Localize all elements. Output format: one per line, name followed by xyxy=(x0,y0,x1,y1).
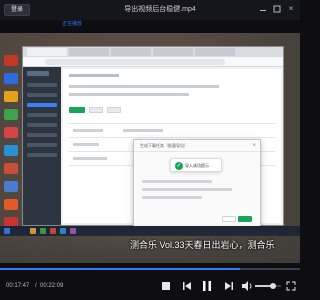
stop-icon[interactable] xyxy=(159,279,173,293)
close-icon[interactable]: × xyxy=(286,4,296,14)
minimize-icon[interactable] xyxy=(258,4,268,14)
desktop-app-icon xyxy=(4,55,18,66)
now-playing-link[interactable]: 正在播放 xyxy=(62,20,82,29)
recorded-browser-window: 生成下载任务（批量导出） × ✓ 导入成功提示 xyxy=(22,46,284,229)
desktop-app-icon xyxy=(4,127,18,138)
current-time: 00:17:47 xyxy=(6,283,30,289)
sub-bar: 正在播放 xyxy=(0,20,300,30)
desktop-app-icon xyxy=(4,181,18,192)
fullscreen-icon[interactable] xyxy=(284,279,298,293)
nav-item xyxy=(27,143,57,147)
recorded-secondary-button xyxy=(89,107,103,113)
check-icon: ✓ xyxy=(175,162,183,170)
recorded-table-cell xyxy=(73,157,107,160)
browser-tabs xyxy=(23,47,283,57)
pause-icon[interactable] xyxy=(200,279,214,293)
nav-item xyxy=(27,93,57,97)
nav-item xyxy=(27,113,57,117)
desktop-app-icon xyxy=(4,91,18,102)
browser-tab xyxy=(195,48,235,56)
dialog-text-line xyxy=(142,196,202,199)
next-icon[interactable] xyxy=(222,279,236,293)
desktop-app-icon xyxy=(4,199,18,210)
recorded-table-row xyxy=(69,137,275,138)
desktop-app-icon xyxy=(4,109,18,120)
dialog-confirm-button xyxy=(238,216,252,222)
dialog-header: 生成下载任务（批量导出） × xyxy=(134,140,260,152)
video-player-window: 登录 导出视频后台稳健.mp4 × 正在播放 生成下载任务（批量导出） × ✓ … xyxy=(0,0,300,300)
recorded-text-line xyxy=(69,93,189,96)
desktop-app-icon xyxy=(4,73,18,84)
dialog-text-line xyxy=(142,188,232,191)
previous-icon[interactable] xyxy=(180,279,194,293)
browser-address-bar xyxy=(23,57,283,67)
nav-item xyxy=(27,133,57,137)
nav-item xyxy=(27,153,57,157)
video-frame[interactable]: 生成下载任务（批量导出） × ✓ 导入成功提示 测合乐 Vol.33天春日出岩心… xyxy=(0,33,300,263)
seek-bar-fill xyxy=(0,268,240,270)
recorded-primary-button xyxy=(69,107,85,113)
recorded-table-cell xyxy=(73,129,103,132)
volume-icon[interactable] xyxy=(240,279,254,293)
browser-tab xyxy=(69,48,109,56)
nav-item xyxy=(27,83,57,87)
seek-bar[interactable] xyxy=(0,268,300,270)
login-button[interactable]: 登录 xyxy=(4,4,30,16)
desktop-app-icon xyxy=(4,163,18,174)
recorded-table-cell xyxy=(123,129,163,132)
nav-item-active xyxy=(27,103,57,107)
maximize-icon[interactable] xyxy=(272,4,282,14)
nav-item xyxy=(27,123,57,127)
title-bar: 登录 导出视频后台稳健.mp4 × xyxy=(0,0,300,20)
recorded-text-line xyxy=(69,85,219,88)
recorded-breadcrumb xyxy=(69,74,119,77)
total-time: 00:22:09 xyxy=(40,283,64,289)
video-subtitle: 测合乐 Vol.33天春日出岩心，测合乐 xyxy=(130,240,275,250)
dialog-text-line xyxy=(142,180,212,183)
time-separator: / xyxy=(35,283,37,289)
volume-slider[interactable] xyxy=(255,283,281,289)
recorded-dialog: 生成下载任务（批量导出） × ✓ 导入成功提示 xyxy=(133,139,261,229)
recorded-table-cell xyxy=(73,143,99,146)
toast-message: 导入成功提示 xyxy=(185,163,209,168)
video-title: 导出视频后台稳健.mp4 xyxy=(124,6,196,13)
volume-slider-handle[interactable] xyxy=(270,283,277,289)
recorded-side-nav xyxy=(23,67,61,225)
browser-tab xyxy=(111,48,151,56)
dialog-cancel-button xyxy=(222,216,236,222)
dialog-close-icon: × xyxy=(252,143,256,149)
dialog-title: 生成下载任务（批量导出） xyxy=(140,143,188,148)
desktop-app-icon xyxy=(4,145,18,156)
success-toast: ✓ 导入成功提示 xyxy=(170,158,222,172)
browser-url-field xyxy=(45,59,225,65)
browser-tab xyxy=(27,48,67,56)
nav-logo xyxy=(27,71,49,76)
recorded-secondary-button xyxy=(107,107,121,113)
browser-tab xyxy=(153,48,193,56)
recorded-table-row xyxy=(69,123,275,124)
